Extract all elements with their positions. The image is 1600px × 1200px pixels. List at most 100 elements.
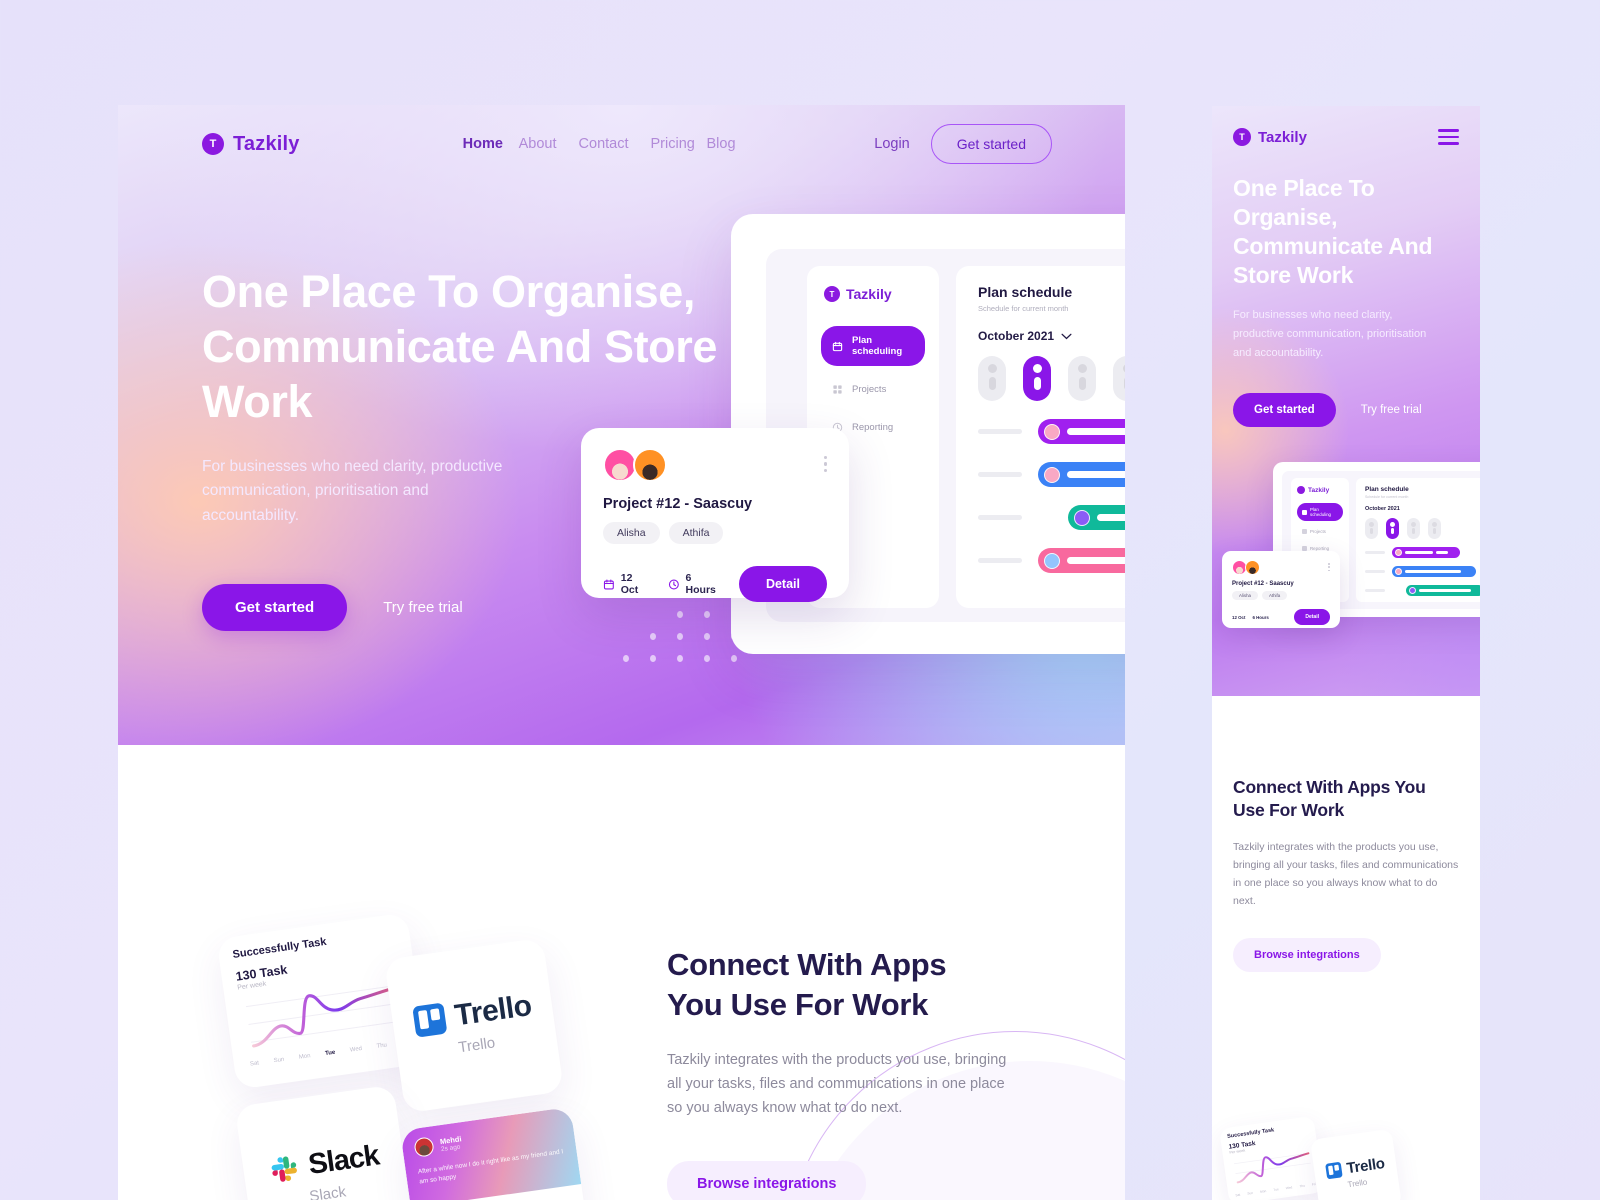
project-tag: Alisha <box>1232 591 1258 600</box>
schedule-row-label-placeholder <box>978 429 1022 434</box>
avatar <box>633 448 667 482</box>
mobile-brand-logo[interactable]: T Tazkily <box>1233 128 1307 146</box>
mobile-schedule-row <box>1365 547 1480 558</box>
mobile-hero-actions: Get started Try free trial <box>1233 392 1458 427</box>
project-tag: Athifa <box>1261 591 1288 600</box>
hero-get-started-button[interactable]: Get started <box>202 584 348 632</box>
hamburger-icon[interactable] <box>1438 129 1459 145</box>
dashboard-avatar-chip[interactable] <box>1068 356 1096 401</box>
mobile-navigation-bar: T Tazkily <box>1212 106 1480 168</box>
mobile-avatar-chip[interactable] <box>1407 518 1420 539</box>
integrations-section: Successfully Task 130 Task Per week Sat … <box>118 745 1125 1200</box>
schedule-row-label-placeholder <box>978 472 1022 477</box>
slack-wordmark: Slack <box>306 1139 381 1182</box>
mobile-get-started-button[interactable]: Get started <box>1233 392 1336 427</box>
dashboard-avatar-chip-selected[interactable] <box>1023 356 1051 401</box>
mobile-task-bar[interactable] <box>1406 585 1480 596</box>
kebab-menu-icon[interactable] <box>1328 563 1330 572</box>
brand-mark-icon: T <box>1233 128 1251 146</box>
connect-text: Tazkily integrates with the products you… <box>667 1051 1007 1117</box>
chart-tick: Thu <box>376 1042 388 1050</box>
dashboard-nav-projects[interactable]: Projects <box>821 375 925 404</box>
schedule-task-bar[interactable] <box>1038 419 1125 444</box>
brand-logo[interactable]: T Tazkily <box>202 133 300 156</box>
schedule-row <box>978 419 1125 444</box>
mobile-avatar-chip-selected[interactable] <box>1386 518 1399 539</box>
project-date-label: 12 Oct <box>620 572 639 596</box>
nav-link-blog[interactable]: Blog <box>707 136 736 153</box>
mobile-stats-card: Successfully Task 130 Task Per week Sat … <box>1219 1115 1324 1200</box>
browse-integrations-button[interactable]: Browse integrations <box>667 1160 867 1200</box>
mobile-avatar-chip[interactable] <box>1428 518 1441 539</box>
chart-tick: Wed <box>1285 1185 1293 1191</box>
mobile-avatar-row <box>1365 518 1480 539</box>
mobile-project-tags: Alisha Athifa <box>1232 591 1330 600</box>
chart-tick: Sun <box>1247 1190 1254 1196</box>
mobile-task-bar[interactable] <box>1392 547 1460 558</box>
nav-get-started-button[interactable]: Get started <box>930 124 1052 164</box>
schedule-task-bar[interactable] <box>1038 462 1125 487</box>
chart-tick-active: Tue <box>324 1049 336 1058</box>
mobile-preview-frame: T Tazkily One Place To Organise, Communi… <box>1212 106 1480 1200</box>
calendar-icon <box>603 579 614 589</box>
brand-name: Tazkily <box>233 132 300 155</box>
chart-tick: Mon <box>298 1053 311 1061</box>
chart-tick: Mon <box>1259 1189 1267 1194</box>
mobile-detail-button[interactable]: Detail <box>1294 609 1330 625</box>
project-duration: 6 Hours <box>668 572 721 596</box>
nav-link-home[interactable]: Home <box>463 136 503 153</box>
mobile-trello-label: Trello <box>1347 1177 1368 1189</box>
nav-link-contact[interactable]: Contact <box>579 136 629 153</box>
mobile-dashboard-nav-label: Projects <box>1310 529 1326 534</box>
mobile-dashboard-nav-projects[interactable]: Projects <box>1297 525 1343 538</box>
mobile-task-bar[interactable] <box>1392 566 1476 577</box>
chart-tick-active: Tue <box>1273 1187 1280 1193</box>
mobile-hero-subtitle: For businesses who need clarity, product… <box>1233 308 1427 359</box>
nav-links: Home About Contact Pricing Blog <box>463 136 736 153</box>
schedule-row <box>978 548 1125 573</box>
dashboard-nav-label: Reporting <box>852 422 894 433</box>
schedule-row-label-placeholder <box>978 515 1022 520</box>
mobile-browse-integrations-button[interactable]: Browse integrations <box>1233 938 1381 973</box>
mobile-schedule-row <box>1365 566 1480 577</box>
dashboard-nav-plan-scheduling[interactable]: Plan scheduling <box>821 326 925 366</box>
mobile-month-selector[interactable]: October 2021 <box>1365 506 1480 512</box>
login-link[interactable]: Login <box>874 136 909 152</box>
dashboard-nav-label: Plan scheduling <box>852 335 903 357</box>
dashboard-avatar-chip[interactable] <box>1113 356 1125 401</box>
slack-integration-card[interactable]: Slack Slack <box>234 1084 416 1200</box>
nav-link-about[interactable]: About <box>519 136 557 153</box>
mobile-project-footer: 12 Oct 6 Hours Detail <box>1232 609 1330 625</box>
schedule-task-bar[interactable] <box>1038 548 1125 573</box>
trello-logo-icon <box>413 1003 448 1037</box>
brand-mark-icon: T <box>202 133 224 155</box>
mobile-hero-section: One Place To Organise, Communicate And S… <box>1233 174 1458 427</box>
chart-tick: Sat <box>1235 1192 1241 1198</box>
project-tag: Athifa <box>668 522 724 544</box>
mobile-try-free-trial-button[interactable]: Try free trial <box>1361 404 1422 416</box>
hero-try-free-trial-button[interactable]: Try free trial <box>383 599 462 616</box>
kebab-menu-icon[interactable] <box>823 456 827 473</box>
project-card: Project #12 - Saascuy Alisha Athifa 12 O… <box>581 428 849 602</box>
schedule-task-bar[interactable] <box>1068 505 1125 530</box>
trello-logo-icon <box>1325 1161 1343 1179</box>
trello-integration-card[interactable]: Trello Trello <box>383 937 565 1114</box>
dashboard-month-selector[interactable]: October 2021 <box>978 329 1125 343</box>
brand-mark-icon <box>1297 486 1305 494</box>
chart-tick: Sun <box>273 1056 285 1065</box>
mobile-dashboard-main-panel: Plan schedule Schedule for current month… <box>1356 478 1480 602</box>
app-cards-collage: Successfully Task 130 Task Per week Sat … <box>198 912 618 1200</box>
desktop-preview-frame: T Tazkily Home About Contact Pricing Blo… <box>118 105 1125 1200</box>
nav-link-pricing[interactable]: Pricing <box>651 136 695 153</box>
dashboard-main-panel: Plan schedule Schedule for current month… <box>956 266 1125 608</box>
project-card-footer: 12 Oct 6 Hours Detail <box>603 566 827 602</box>
mobile-dashboard-nav-plan-scheduling[interactable]: Plan scheduling <box>1297 503 1343 521</box>
dashboard-nav-label: Projects <box>852 384 887 395</box>
schedule-row-label-placeholder <box>978 558 1022 563</box>
project-date: 12 Oct <box>603 572 650 596</box>
mobile-trello-card[interactable]: Trello Trello <box>1309 1128 1403 1200</box>
mobile-avatar-chip[interactable] <box>1365 518 1378 539</box>
chart-tick: Sat <box>249 1060 260 1068</box>
dashboard-avatar-chip[interactable] <box>978 356 1006 401</box>
project-detail-button[interactable]: Detail <box>738 566 827 602</box>
